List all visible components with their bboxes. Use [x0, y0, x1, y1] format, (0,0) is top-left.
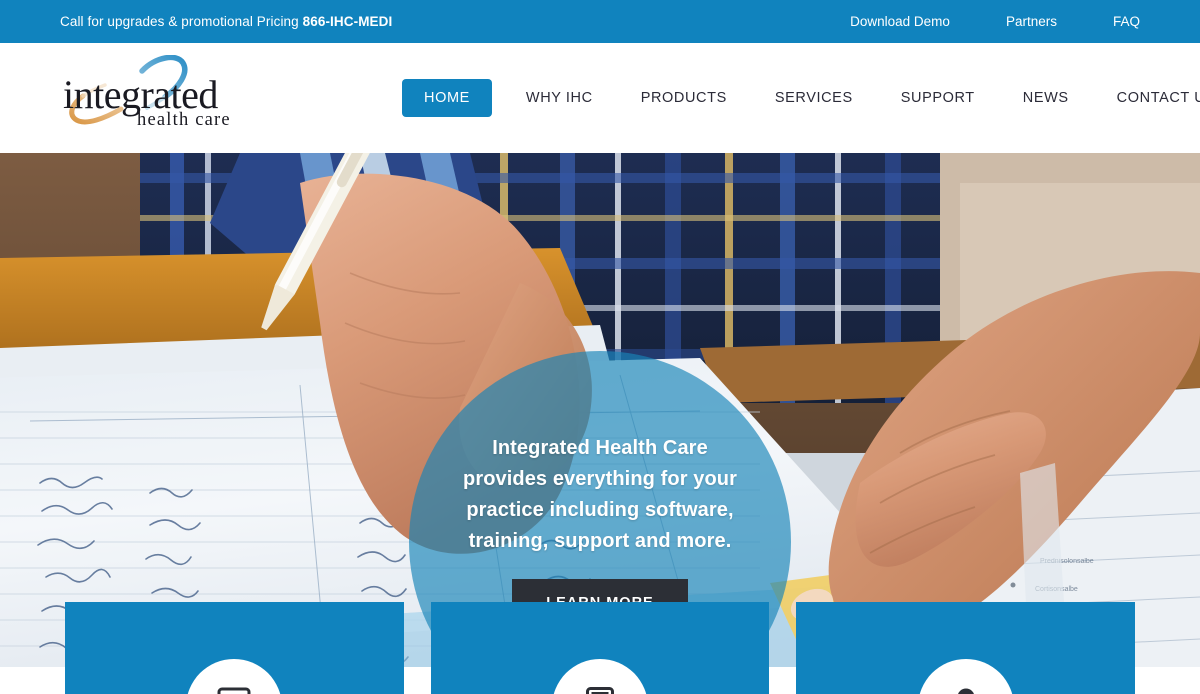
feature-card-1[interactable]: [65, 602, 404, 694]
user-icon: [957, 688, 974, 694]
nav-item-news[interactable]: NEWS: [999, 90, 1093, 106]
feature-card-3[interactable]: [796, 602, 1136, 694]
hero-headline-line-1: Integrated Health Care: [492, 437, 708, 459]
promo-phone-number[interactable]: 866-IHC-MEDI: [303, 14, 393, 29]
promo-text: Call for upgrades & promotional Pricing …: [60, 14, 392, 29]
feature-card-1-icon-badge: [186, 659, 283, 694]
nav-item-products[interactable]: PRODUCTS: [617, 90, 751, 106]
logo-wordmark: integrated: [63, 72, 218, 117]
main-navigation: HOME WHY IHC PRODUCTS SERVICES SUPPORT N…: [402, 79, 1200, 117]
topbar-link-partners[interactable]: Partners: [978, 14, 1085, 29]
topbar-link-faq[interactable]: FAQ: [1085, 14, 1140, 29]
promo-text-label: Call for upgrades & promotional Pricing: [60, 14, 303, 29]
calculator-icon: [586, 687, 614, 694]
hero-headline-line-3: practice including software,: [466, 499, 734, 521]
top-utility-bar: Call for upgrades & promotional Pricing …: [0, 0, 1200, 43]
nav-item-services[interactable]: SERVICES: [751, 90, 877, 106]
top-utility-links: Download Demo Partners FAQ: [822, 14, 1140, 29]
feature-card-2[interactable]: [430, 602, 770, 694]
nav-item-contact-us[interactable]: CONTACT US: [1093, 90, 1200, 106]
nav-item-why-ihc[interactable]: WHY IHC: [502, 90, 617, 106]
topbar-link-download-demo[interactable]: Download Demo: [822, 14, 978, 29]
feature-card-2-icon-badge: [552, 659, 648, 694]
feature-card-3-icon-badge: [917, 659, 1014, 694]
site-header: integrated health care HOME WHY IHC PROD…: [0, 43, 1200, 153]
page-root: Call for upgrades & promotional Pricing …: [0, 0, 1200, 694]
nav-item-support[interactable]: SUPPORT: [877, 90, 999, 106]
nav-item-home[interactable]: HOME: [402, 79, 492, 117]
feature-cards: [65, 602, 1136, 694]
monitor-icon: [217, 687, 251, 694]
site-logo[interactable]: integrated health care: [55, 55, 255, 141]
logo-tagline: health care: [137, 110, 231, 130]
hero-headline-line-4: training, support and more.: [468, 530, 732, 552]
hero-headline-line-2: provides everything for your: [463, 468, 737, 490]
